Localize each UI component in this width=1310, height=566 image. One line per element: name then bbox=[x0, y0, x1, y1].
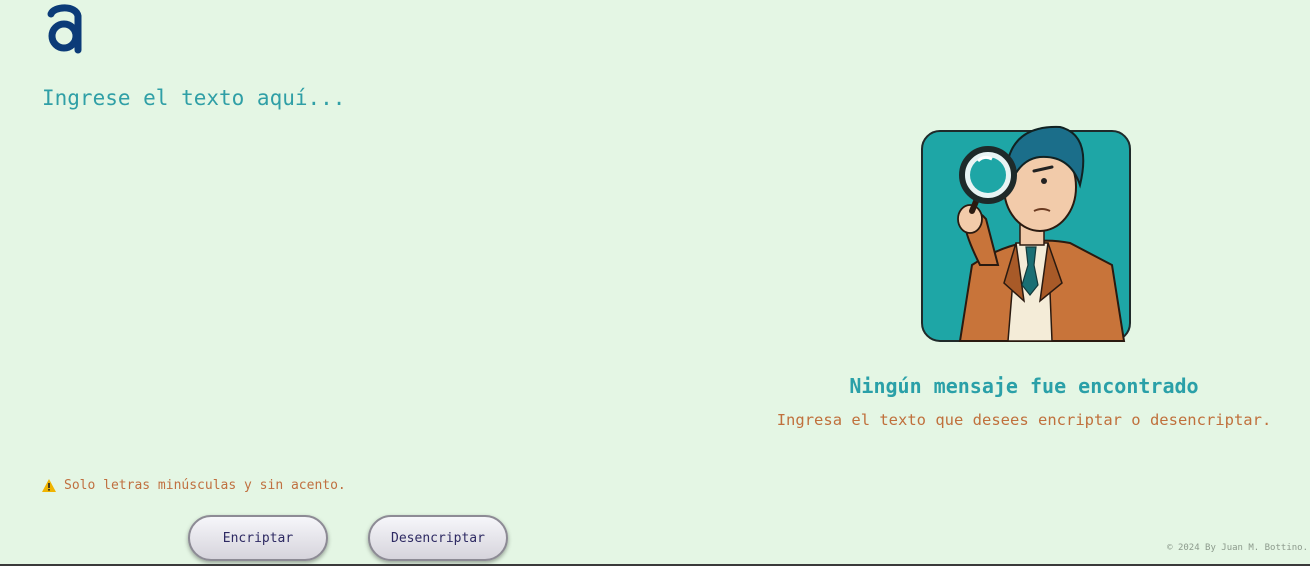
decrypt-button[interactable]: Desencriptar bbox=[368, 515, 508, 561]
detective-illustration bbox=[921, 125, 1131, 342]
warning-message: Solo letras minúsculas y sin acento. bbox=[42, 478, 346, 493]
no-message-subtitle: Ingresa el texto que desees encriptar o … bbox=[776, 411, 1272, 429]
warning-text: Solo letras minúsculas y sin acento. bbox=[64, 478, 346, 493]
encrypt-button[interactable]: Encriptar bbox=[188, 515, 328, 561]
text-input[interactable] bbox=[40, 80, 684, 440]
no-message-title: Ningún mensaje fue encontrado bbox=[849, 374, 1199, 398]
warning-icon bbox=[42, 479, 56, 492]
footer-credit: © 2024 By Juan M. Bottino. bbox=[1167, 543, 1308, 553]
alura-logo-icon bbox=[47, 4, 82, 54]
